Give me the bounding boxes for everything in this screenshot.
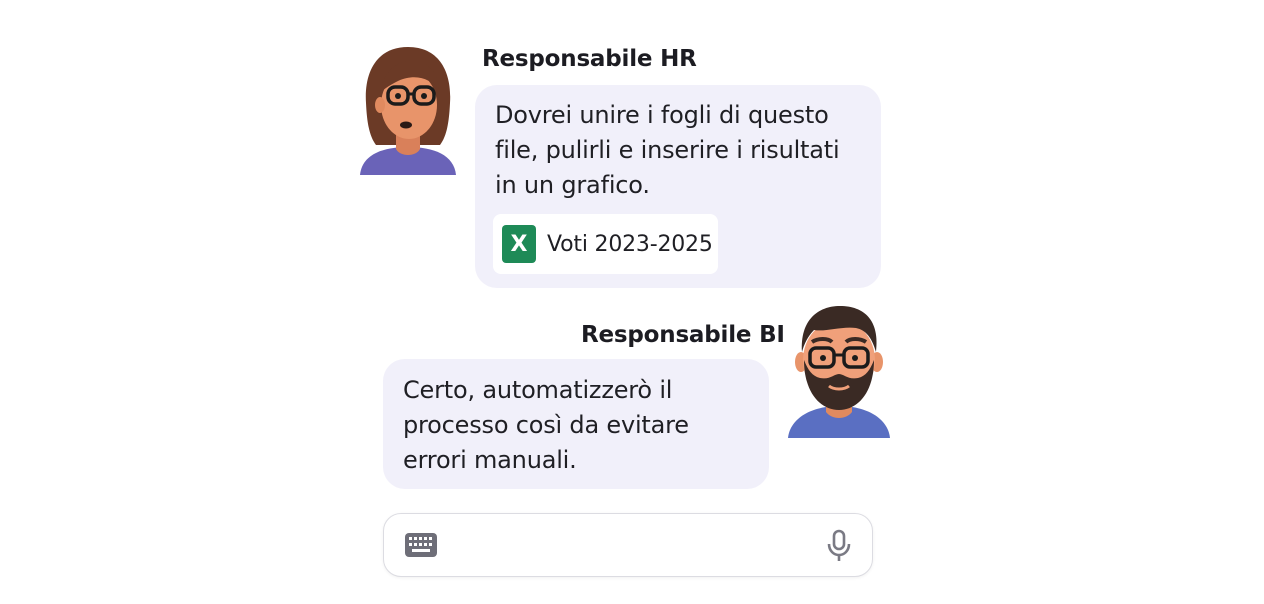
message-input[interactable] [454, 526, 818, 568]
attachment-name: Voti 2023-2025 [547, 231, 713, 257]
bi-avatar [786, 302, 892, 438]
message-bubble-bi: Certo, automatizzerò il processo così da… [383, 359, 769, 489]
message-line: Dovrei unire i fogli di questo [495, 101, 829, 129]
file-attachment[interactable]: X Voti 2023-2025 [493, 214, 718, 274]
microphone-icon[interactable] [826, 529, 852, 567]
message-line: Certo, automatizzerò il [403, 376, 673, 404]
sender-name-hr: Responsabile HR [482, 46, 697, 72]
sender-name-bi: Responsabile BI [581, 322, 785, 348]
excel-file-icon: X [502, 225, 536, 263]
message-line: in un grafico. [495, 171, 650, 199]
keyboard-icon[interactable] [404, 532, 438, 562]
message-text-hr: Dovrei unire i fogli di questo file, pul… [495, 98, 861, 203]
message-line: errori manuali. [403, 446, 577, 474]
message-composer [383, 513, 873, 577]
hr-avatar [358, 45, 458, 175]
message-line: processo così da evitare [403, 411, 689, 439]
chat-screen: Responsabile HR Dovrei unire i fogli di … [0, 0, 1264, 604]
message-text-bi: Certo, automatizzerò il processo così da… [403, 373, 749, 478]
message-line: file, pulirli e inserire i risultati [495, 136, 840, 164]
